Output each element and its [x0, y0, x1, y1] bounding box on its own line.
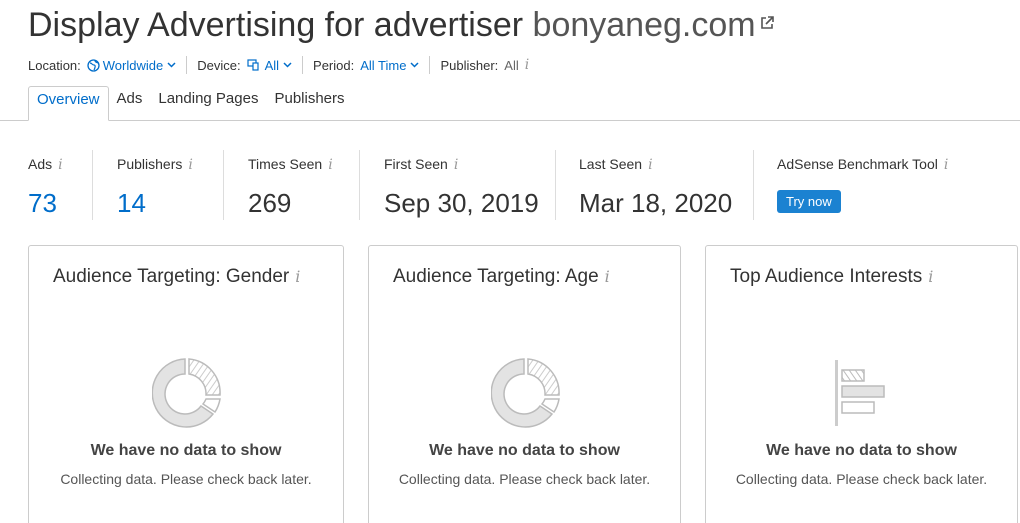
external-link-icon[interactable]	[760, 16, 774, 30]
metric-adsense: AdSense Benchmark Tool i Try now	[753, 148, 973, 220]
chevron-down-icon	[283, 62, 292, 68]
chevron-down-icon	[167, 62, 176, 68]
location-filter: Location: Worldwide	[28, 56, 188, 74]
metric-times-seen-value: 269	[248, 188, 292, 218]
device-value: All	[264, 57, 280, 73]
info-icon[interactable]: i	[188, 157, 192, 173]
metric-divider	[359, 150, 360, 220]
location-value: Worldwide	[102, 57, 164, 73]
info-icon[interactable]: i	[605, 267, 610, 286]
no-data-heading: We have no data to show	[766, 442, 957, 459]
advertiser-domain-link[interactable]: bonyaneg.com	[533, 6, 756, 44]
bar-chart-icon	[835, 360, 885, 426]
period-dropdown[interactable]: All Time	[360, 58, 419, 73]
metric-publishers: Publishers i 14	[92, 148, 223, 220]
tab-landing-pages[interactable]: Landing Pages	[150, 86, 266, 121]
metric-last-seen-value: Mar 18, 2020	[579, 188, 733, 218]
publisher-label: Publisher:	[440, 57, 499, 73]
try-now-button[interactable]: Try now	[777, 190, 841, 213]
devices-icon	[246, 59, 259, 71]
publisher-value: All	[504, 57, 519, 73]
metric-times-seen-label: Times Seen i	[248, 156, 333, 173]
chevron-down-icon	[410, 62, 419, 68]
metric-adsense-label: AdSense Benchmark Tool i	[777, 156, 949, 173]
metric-divider	[223, 150, 224, 220]
device-label: Device:	[197, 57, 241, 73]
card-age: Audience Targeting: Age i We have no data…	[368, 245, 681, 523]
page-title: Display Advertising for advertiser bonya…	[28, 6, 774, 45]
metric-divider	[555, 150, 556, 220]
device-dropdown[interactable]: All	[246, 57, 292, 73]
info-icon[interactable]: i	[295, 267, 300, 286]
metric-first-seen-label: First Seen i	[384, 156, 459, 173]
location-dropdown[interactable]: Worldwide	[87, 58, 176, 73]
metric-divider	[753, 150, 754, 220]
info-icon[interactable]: i	[928, 267, 933, 286]
tab-publishers[interactable]: Publishers	[266, 86, 352, 121]
metric-ads: Ads i 73	[28, 148, 92, 220]
metric-first-seen-value: Sep 30, 2019	[384, 188, 539, 218]
metric-divider	[92, 150, 93, 220]
card-title: Audience Targeting: Gender i	[53, 266, 301, 287]
filter-bar: Location: Worldwide Device: All Period: …	[28, 56, 549, 74]
device-filter: Device: All	[197, 56, 304, 74]
globe-icon	[87, 58, 100, 72]
metric-publishers-value[interactable]: 14	[117, 188, 146, 219]
info-icon[interactable]: i	[58, 157, 62, 173]
metric-first-seen: First Seen i Sep 30, 2019	[359, 148, 555, 220]
card-title: Audience Targeting: Age i	[393, 266, 610, 287]
card-interests: Top Audience Interests i We have no data …	[705, 245, 1018, 523]
donut-chart-icon	[152, 358, 221, 428]
tab-bar: Overview Ads Landing Pages Publishers	[28, 86, 353, 121]
metric-last-seen-label: Last Seen i	[579, 156, 653, 173]
info-icon[interactable]: i	[328, 157, 332, 173]
metric-ads-value[interactable]: 73	[28, 188, 57, 219]
tab-ads[interactable]: Ads	[109, 86, 151, 121]
info-icon[interactable]: i	[648, 157, 652, 173]
metric-publishers-label: Publishers i	[117, 156, 193, 173]
no-data-heading: We have no data to show	[429, 442, 620, 459]
metric-times-seen: Times Seen i 269	[223, 148, 359, 220]
collecting-message: Collecting data. Please check back later…	[735, 471, 988, 487]
location-label: Location:	[28, 57, 81, 73]
no-data-heading: We have no data to show	[90, 442, 282, 459]
card-gender: Audience Targeting: Gender i We have no d…	[28, 245, 344, 523]
collecting-message: Collecting data. Please check back later…	[398, 471, 651, 487]
publisher-filter: Publisher: All i	[440, 56, 539, 74]
info-icon[interactable]: i	[944, 157, 948, 173]
metric-last-seen: Last Seen i Mar 18, 2020	[555, 148, 753, 220]
donut-chart-icon	[491, 358, 560, 428]
metrics-row: Ads i 73 Publishers i 14 Times Seen i 269 F…	[28, 148, 973, 220]
tab-overview[interactable]: Overview	[28, 86, 109, 121]
card-title: Top Audience Interests i	[730, 266, 934, 287]
metric-ads-label: Ads i	[28, 156, 63, 173]
info-icon[interactable]: i	[525, 57, 529, 73]
period-filter: Period: All Time	[313, 56, 431, 74]
info-icon[interactable]: i	[454, 157, 458, 173]
period-label: Period:	[313, 57, 355, 73]
collecting-message: Collecting data. Please check back later…	[60, 471, 312, 487]
period-value: All Time	[360, 57, 407, 73]
page-title-text: Display Advertising for advertiser	[28, 6, 524, 44]
